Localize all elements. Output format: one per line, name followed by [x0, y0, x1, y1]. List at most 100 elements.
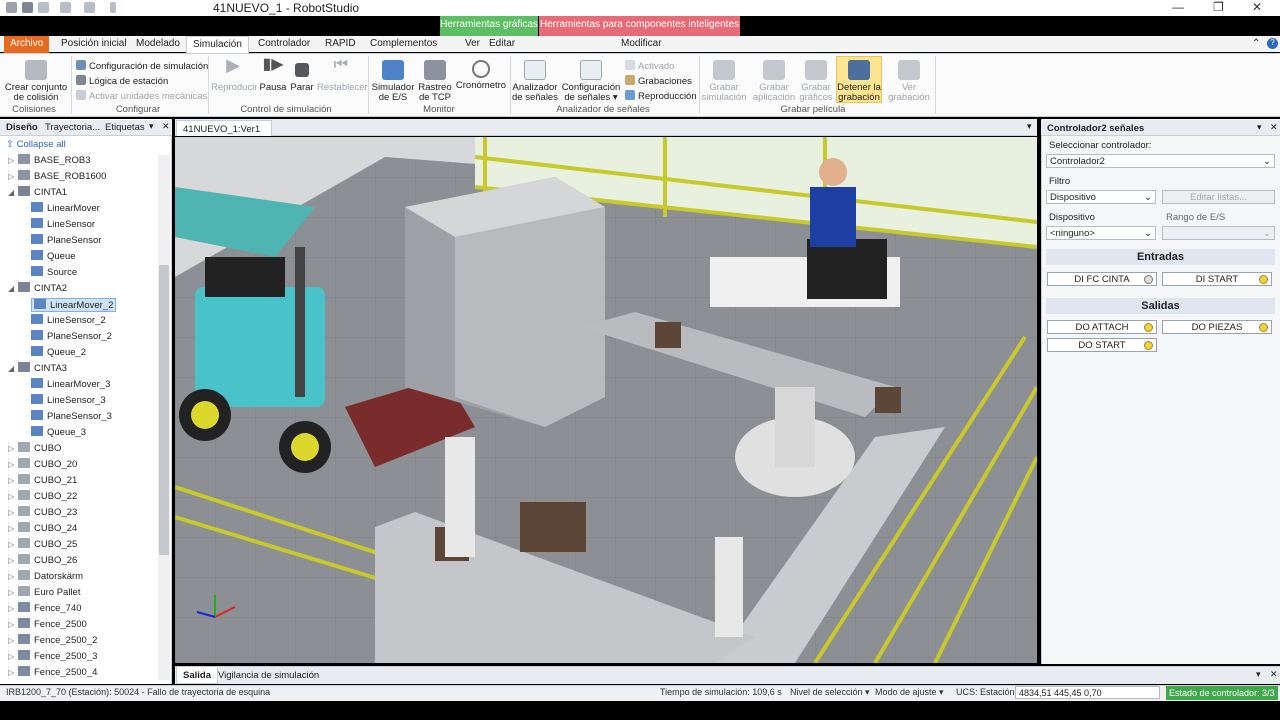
- tree-item[interactable]: ◢ CINTA1: [8, 186, 67, 200]
- tab-ver[interactable]: Ver: [459, 36, 486, 53]
- create-collision-set-button[interactable]: Crear conjunto de colisión: [4, 60, 68, 103]
- filter-select[interactable]: Dispositivo ⌄: [1046, 190, 1156, 204]
- tree-item[interactable]: ▷ Datorskärm: [8, 570, 83, 584]
- tree-item[interactable]: LineSensor: [31, 218, 95, 232]
- tab-etiquetas[interactable]: Etiquetas: [105, 122, 145, 133]
- collapse-all-link[interactable]: ⇧ Collapse all: [6, 139, 66, 150]
- tree-item[interactable]: ▷ CUBO_25: [8, 538, 77, 552]
- tree-item[interactable]: ▷ CUBO_20: [8, 458, 77, 472]
- tree-item[interactable]: LineSensor_3: [31, 394, 106, 408]
- expand-node-icon[interactable]: ▷: [8, 170, 14, 184]
- record-application-button[interactable]: Grabar aplicación: [752, 60, 796, 103]
- expand-node-icon[interactable]: ▷: [8, 618, 14, 632]
- controller-select[interactable]: Controlador2 ⌄: [1046, 154, 1275, 168]
- tab-modelado[interactable]: Modelado: [130, 36, 186, 53]
- tab-trayectorias[interactable]: Trayectoria...: [45, 122, 100, 133]
- tab-modificar[interactable]: Modificar: [615, 36, 668, 53]
- tab-simulacion[interactable]: Simulación: [186, 36, 249, 53]
- io-signal-button[interactable]: DI FC CINTA: [1047, 272, 1157, 286]
- edit-lists-button[interactable]: Editar listas...: [1162, 190, 1275, 204]
- tcp-trace-button[interactable]: Rastreo de TCP: [417, 60, 453, 103]
- tree-item[interactable]: ▷ CUBO_23: [8, 506, 77, 520]
- io-simulator-button[interactable]: Simulador de E/S: [371, 60, 415, 103]
- controller-status-badge[interactable]: Estado de controlador: 3/3: [1166, 686, 1278, 700]
- tree-item[interactable]: PlaneSensor_2: [31, 330, 112, 344]
- ribbon-collapse-icon[interactable]: ⌃: [1252, 38, 1260, 49]
- panel-close-icon[interactable]: ✕: [162, 121, 170, 132]
- io-signal-button[interactable]: DO ATTACH: [1047, 320, 1157, 334]
- tree-item[interactable]: LineSensor_2: [31, 314, 106, 328]
- tree-item[interactable]: Source: [31, 266, 77, 280]
- expand-node-icon[interactable]: ▷: [8, 458, 14, 472]
- doc-menu-icon[interactable]: ▾: [1027, 121, 1032, 132]
- pause-button[interactable]: ▮▶ Pausa: [258, 57, 288, 93]
- tree-item[interactable]: ▷ Fence_2500_2: [8, 634, 97, 648]
- tree-item[interactable]: ▷ Euro Pallet: [8, 586, 80, 600]
- reset-button[interactable]: ⏮ Restablecer: [317, 57, 368, 93]
- document-tab[interactable]: 41NUEVO_1:Ver1 ✕: [176, 120, 272, 146]
- tree-item[interactable]: ▷ CUBO_24: [8, 522, 77, 536]
- station-logic-button[interactable]: Lógica de estación: [76, 75, 168, 87]
- tree-item[interactable]: ▷ Fence_2500_4: [8, 666, 97, 680]
- save-icon[interactable]: [22, 2, 33, 13]
- tab-posicion-inicial[interactable]: Posición inicial: [55, 36, 133, 53]
- recordings-button[interactable]: Grabaciones: [625, 75, 692, 87]
- output-menu-icon[interactable]: ▾: [1256, 669, 1261, 680]
- customize-toolbar-icon[interactable]: [110, 2, 116, 13]
- undo-icon[interactable]: [38, 2, 49, 13]
- tree-item[interactable]: LinearMover_2: [31, 298, 117, 312]
- redo-icon[interactable]: [60, 2, 71, 13]
- device-select[interactable]: <ninguno> ⌄: [1046, 226, 1156, 240]
- record-graphics-button[interactable]: Grabar gráficos: [798, 60, 834, 103]
- maximize-icon[interactable]: ❐: [1213, 0, 1224, 14]
- tab-rapid[interactable]: RAPID: [319, 36, 362, 53]
- stop-recording-button[interactable]: Detener la grabación: [836, 56, 882, 103]
- stopwatch-button[interactable]: Cronómetro: [455, 60, 507, 91]
- simulation-setup-button[interactable]: Configuración de simulación: [76, 60, 208, 72]
- tree-item[interactable]: ▷ Fence_2500: [8, 618, 87, 632]
- tree-item[interactable]: ◢ CINTA3: [8, 362, 67, 376]
- collapse-node-icon[interactable]: ◢: [8, 282, 14, 296]
- minimize-icon[interactable]: —: [1172, 0, 1184, 14]
- close-icon[interactable]: ✕: [1252, 0, 1262, 14]
- tree-item[interactable]: ▷ CUBO_21: [8, 474, 77, 488]
- expand-node-icon[interactable]: ▷: [8, 570, 14, 584]
- tree-item[interactable]: ▷ CUBO_22: [8, 490, 77, 504]
- expand-node-icon[interactable]: ▷: [8, 586, 14, 600]
- expand-node-icon[interactable]: ▷: [8, 442, 14, 456]
- tree-item[interactable]: LinearMover_3: [31, 378, 110, 392]
- play-button[interactable]: ▶ Reproducir: [211, 56, 257, 93]
- view-recording-button[interactable]: Ver grabación: [886, 60, 932, 103]
- expand-node-icon[interactable]: ▷: [8, 522, 14, 536]
- tree-item[interactable]: ▷ Fence_740: [8, 602, 82, 616]
- tree-item[interactable]: PlaneSensor: [31, 234, 101, 248]
- tree-item[interactable]: ▷ Fence_2500_3: [8, 650, 97, 664]
- tab-diseno[interactable]: Diseño: [6, 122, 38, 133]
- tree-item[interactable]: ▷ CUBO: [8, 442, 61, 456]
- expand-node-icon[interactable]: ▷: [8, 650, 14, 664]
- tab-vigilancia-simulacion[interactable]: Vigilancia de simulación: [218, 670, 319, 681]
- tree-item[interactable]: Queue_2: [31, 346, 86, 360]
- tree-item[interactable]: ▷ BASE_ROB1600: [8, 170, 106, 184]
- tree-item[interactable]: PlaneSensor_3: [31, 410, 112, 424]
- expand-node-icon[interactable]: ▷: [8, 666, 14, 680]
- collapse-node-icon[interactable]: ◢: [8, 186, 14, 200]
- activate-mechanical-units-button[interactable]: Activar unidades mecánicas: [76, 90, 207, 102]
- expand-node-icon[interactable]: ▷: [8, 154, 14, 168]
- io-signal-button[interactable]: DO START: [1047, 338, 1157, 352]
- expand-node-icon[interactable]: ▷: [8, 634, 14, 648]
- tree-item[interactable]: Queue: [31, 250, 76, 264]
- tree-scrollbar-thumb[interactable]: [159, 265, 169, 555]
- activated-toggle[interactable]: Activado: [625, 60, 674, 72]
- help-icon[interactable]: ?: [1267, 38, 1278, 49]
- io-panel-close-icon[interactable]: ✕: [1270, 122, 1278, 133]
- expand-node-icon[interactable]: ▷: [8, 490, 14, 504]
- io-signal-button[interactable]: DO PIEZAS: [1162, 320, 1272, 334]
- playback-button[interactable]: Reproducción: [625, 90, 697, 102]
- expand-node-icon[interactable]: ▷: [8, 474, 14, 488]
- signal-analyzer-button[interactable]: Analizador de señales: [512, 60, 558, 103]
- expand-node-icon[interactable]: ▷: [8, 538, 14, 552]
- zoom-icon[interactable]: [84, 2, 95, 13]
- signal-setup-button[interactable]: Configuración de señales ▾: [560, 60, 622, 103]
- tree-item[interactable]: ▷ BASE_ROB3: [8, 154, 91, 168]
